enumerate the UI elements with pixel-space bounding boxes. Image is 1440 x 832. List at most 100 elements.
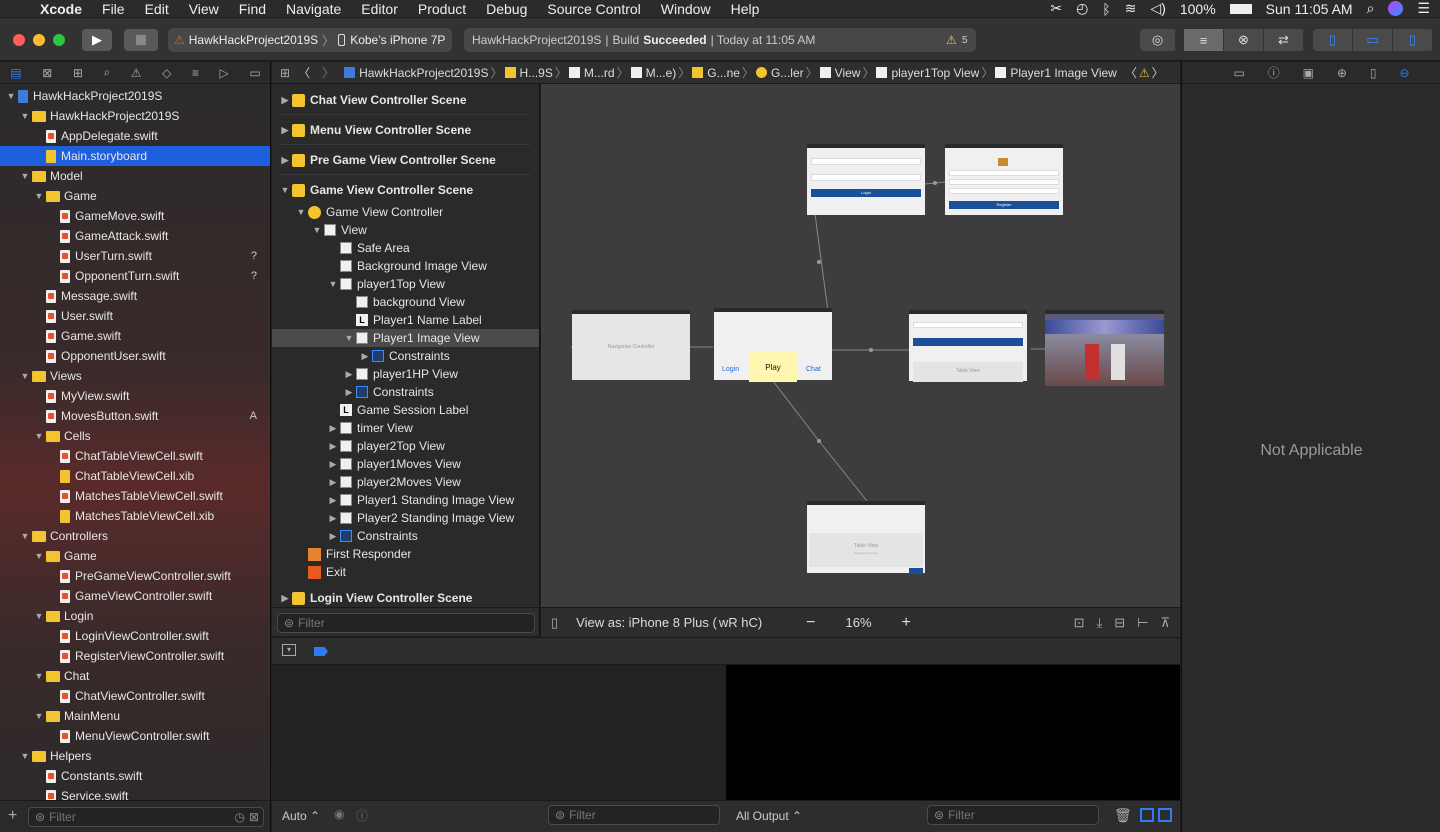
related-items-icon[interactable]: ⊞ [280,66,290,80]
navigator-row[interactable]: ▼ Cells [0,426,270,446]
chat-scene[interactable]: Table View Prototype Content [807,501,925,574]
file-inspector-icon[interactable]: ▭ [1233,66,1244,80]
navigator-row[interactable]: ▼ MainMenu [0,706,270,726]
disclosure-triangle-icon[interactable]: ▶ [328,423,338,434]
recent-icon[interactable]: ◷ [234,810,244,824]
wifi-icon[interactable]: ≋ [1125,0,1137,17]
issue-warning-icon[interactable]: ⚠ [1139,66,1150,80]
battery-label[interactable]: 100% [1180,1,1216,17]
forward-icon[interactable]: 〉 [322,64,334,81]
run-button[interactable]: ▶ [82,29,112,51]
navigator-row[interactable]: ChatTableViewCell.xib [0,466,270,486]
outline-row[interactable]: L Game Session Label [272,401,539,419]
disclosure-triangle-icon[interactable]: ▼ [344,333,354,343]
menu-scene[interactable]: Login Play Chat [714,308,832,382]
navigator-filter[interactable]: ⊜ ◷ ⊠ [28,807,264,827]
align-icon[interactable]: ⊟ [1114,615,1125,631]
jump-bar-item[interactable]: H...9S [520,66,553,80]
eye-icon[interactable]: ◉ [334,807,344,821]
stop-button[interactable] [124,29,158,51]
jump-bar-item[interactable]: G...ne [707,66,740,80]
disclosure-triangle-icon[interactable]: ▼ [328,279,338,289]
outline-row[interactable]: ▶ Chat View Controller Scene [272,91,539,109]
editor-mode-control[interactable]: ≡ ⊗ ⇄ [1184,29,1304,51]
tag-icon[interactable]: ▷ [220,66,229,80]
outline-row[interactable]: ▶ player1Moves View [272,455,539,473]
standard-editor-icon[interactable]: ≡ [1184,29,1224,51]
disclosure-triangle-icon[interactable]: ▼ [20,751,30,761]
play-button[interactable]: Play [749,352,797,382]
outline-row[interactable]: First Responder [272,545,539,563]
clock[interactable]: Sun 11:05 AM [1266,1,1353,17]
x-box-icon[interactable]: ⊠ [42,66,52,80]
navigator-row[interactable]: Main.storyboard [0,146,270,166]
size-inspector-icon[interactable]: ▯ [1370,66,1377,80]
menu-find[interactable]: Find [239,1,266,17]
minimize-window-button[interactable] [33,34,45,46]
disclosure-triangle-icon[interactable]: ▼ [20,531,30,541]
jump-bar-item[interactable]: M...e) [646,66,677,80]
magnify-icon[interactable]: ⌕ [103,65,110,80]
game-scene[interactable] [1045,310,1164,386]
navigator-row[interactable]: User.swift [0,306,270,326]
disclosure-triangle-icon[interactable]: ▼ [296,207,306,217]
disclosure-triangle-icon[interactable]: ▶ [280,593,290,604]
zoom-level[interactable]: 16% [846,615,872,630]
bluetooth-icon[interactable]: ᛒ [1102,1,1110,17]
outline-row[interactable]: ▶ Login View Controller Scene [272,589,539,607]
disclosure-triangle-icon[interactable]: ▶ [328,495,338,506]
outline-row[interactable]: ▶ Menu View Controller Scene [272,121,539,139]
menu-help[interactable]: Help [731,1,760,17]
breakpoints-icon[interactable] [314,647,328,656]
navigator-row[interactable]: ChatTableViewCell.swift [0,446,270,466]
disclosure-triangle-icon[interactable]: ▶ [344,387,354,398]
outline-row[interactable]: ▼ Game View Controller Scene [272,181,539,199]
disclosure-triangle-icon[interactable]: ▼ [34,611,44,621]
spotlight-icon[interactable]: ⌕ [1367,0,1375,17]
assistant-editor-icon[interactable]: ⊗ [1224,29,1264,51]
variables-filter[interactable]: ⊜ [548,805,720,825]
navigator-row[interactable]: ▼ Login [0,606,270,626]
menu-view[interactable]: View [189,1,219,17]
menu-xcode[interactable]: Xcode [40,1,82,17]
outline-row[interactable]: ▶ timer View [272,419,539,437]
disclosure-triangle-icon[interactable]: ▼ [20,171,30,181]
output-popup[interactable]: All Output ⌃ [736,809,802,823]
jump-bar-item[interactable]: Player1 Image View [1010,66,1117,80]
chat-icon[interactable]: ▭ [249,66,260,80]
disclosure-triangle-icon[interactable]: ▼ [280,185,290,195]
navigator-row[interactable]: MatchesTableViewCell.swift [0,486,270,506]
disclosure-triangle-icon[interactable]: ▶ [360,351,370,362]
login-scene[interactable]: Login [807,144,925,215]
hide-debug-icon[interactable]: ▾ [282,644,296,656]
connections-inspector-icon[interactable]: ⊖ [1399,66,1409,80]
outline-row[interactable]: ▶ Constraints [272,347,539,365]
storyboard-canvas[interactable]: Navigation Controller Login Play Chat Lo… [541,84,1180,607]
issue-back-icon[interactable]: 〈 [1125,64,1137,81]
disclosure-triangle-icon[interactable]: ▶ [328,459,338,470]
disclosure-triangle-icon[interactable]: ▶ [328,477,338,488]
disclosure-triangle-icon[interactable]: ▶ [344,369,354,380]
navigator-row[interactable]: MyView.swift [0,386,270,406]
disclosure-triangle-icon[interactable]: ▶ [328,513,338,524]
disclosure-triangle-icon[interactable]: ▶ [328,441,338,452]
identity-inspector-icon[interactable]: ▣ [1303,66,1314,80]
navigator-row[interactable]: RegisterViewController.swift [0,646,270,666]
scm-filter-icon[interactable]: ⊠ [249,810,259,824]
menu-source-control[interactable]: Source Control [547,1,640,17]
resolve-issues-icon[interactable]: ⊼ [1160,615,1170,631]
time-machine-icon[interactable]: ◴ [1076,0,1088,17]
outline-row[interactable]: ▶ player2Top View [272,437,539,455]
warning-count[interactable]: 5 [962,35,968,46]
volume-icon[interactable]: ◁) [1150,0,1165,17]
outline-row[interactable]: ▶ Constraints [272,383,539,401]
outline-row[interactable]: ▶ Constraints [272,527,539,545]
jump-bar-item[interactable]: player1Top View [891,66,979,80]
navigator-row[interactable]: Message.swift [0,286,270,306]
disclosure-triangle-icon[interactable]: ▼ [20,371,30,381]
navigator-row[interactable]: Constants.swift [0,766,270,786]
update-frames-icon[interactable]: ⊡ [1074,615,1085,631]
variables-filter-input[interactable] [569,808,719,822]
register-scene[interactable]: Register [945,144,1063,215]
outline-row[interactable]: ▶ player1HP View [272,365,539,383]
